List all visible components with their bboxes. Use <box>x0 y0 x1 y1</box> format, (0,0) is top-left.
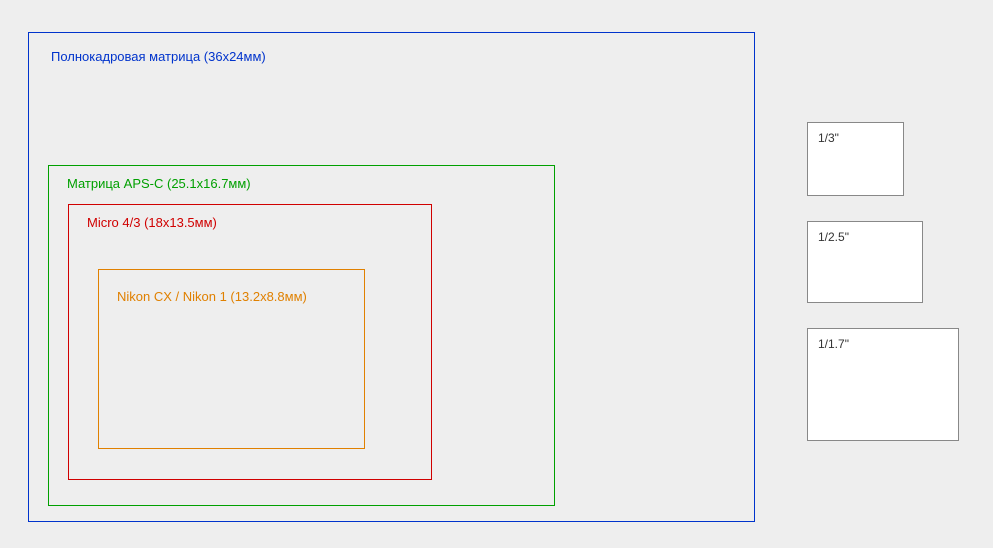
sensor-micro-43-label: Micro 4/3 (18х13.5мм) <box>87 215 217 230</box>
sensor-one-one-seven: 1/1.7" <box>807 328 959 441</box>
sensor-one-third-label: 1/3" <box>818 131 839 145</box>
sensor-full-frame-label: Полнокадровая матрица (36х24мм) <box>51 49 266 64</box>
sensor-aps-c-label: Матрица APS-C (25.1х16.7мм) <box>67 176 251 191</box>
sensor-nikon-cx: Nikon CX / Nikon 1 (13.2x8.8мм) <box>98 269 365 449</box>
sensor-nikon-cx-label: Nikon CX / Nikon 1 (13.2x8.8мм) <box>117 289 307 304</box>
sensor-one-two-five: 1/2.5" <box>807 221 923 303</box>
sensor-one-third: 1/3" <box>807 122 904 196</box>
sensor-one-two-five-label: 1/2.5" <box>818 230 849 244</box>
sensor-one-one-seven-label: 1/1.7" <box>818 337 849 351</box>
